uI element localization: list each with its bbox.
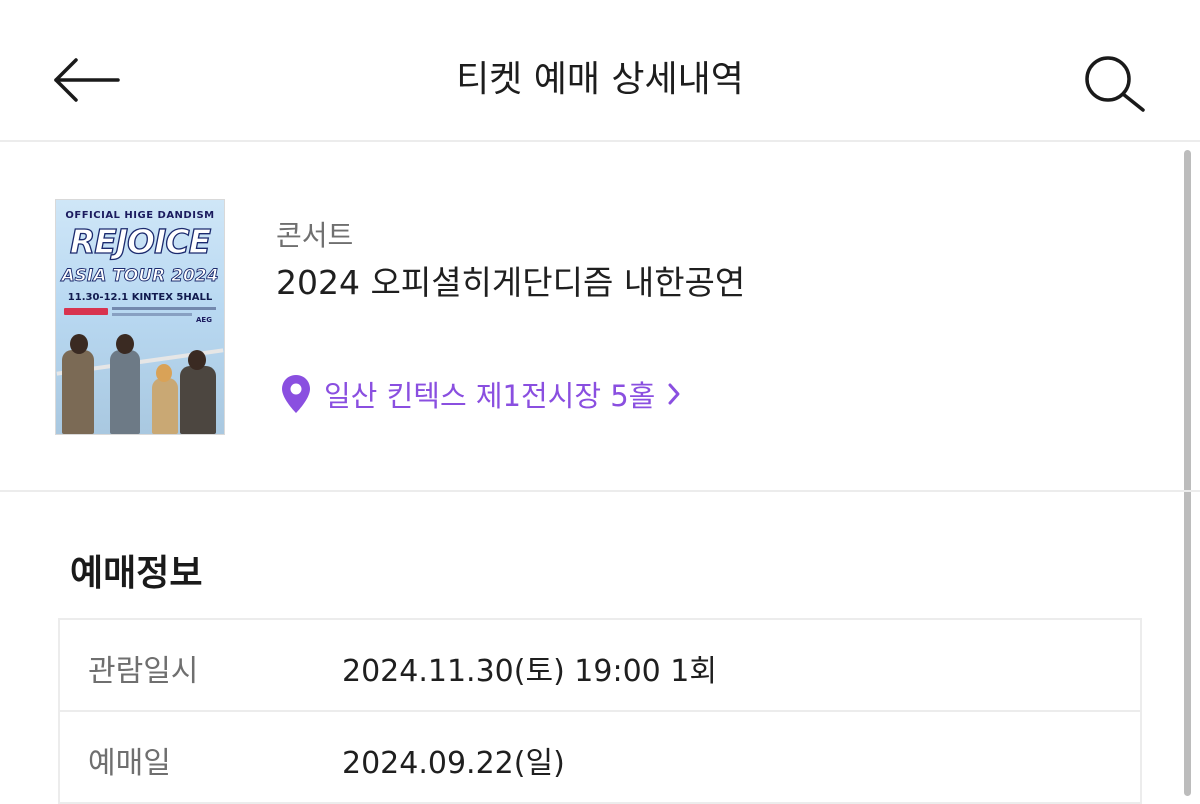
poster-fineprint (112, 313, 192, 316)
poster-person (110, 350, 140, 434)
location-pin-icon (282, 375, 310, 413)
row-value: 2024.11.30(토) 19:00 1회 (342, 654, 717, 689)
poster-tour: ASIA TOUR 2024 (61, 266, 219, 287)
page-title: 티켓 예매 상세내역 (456, 59, 744, 100)
row-label: 예매일 (88, 746, 171, 781)
table-row: 예매일 2024.09.22(일) (60, 712, 1140, 804)
poster-artist: OFFICIAL HIGE DANDISM (65, 210, 215, 221)
poster-person (180, 366, 216, 434)
event-category: 콘서트 (276, 219, 354, 252)
poster-person (62, 350, 94, 434)
poster-fineprint (112, 307, 216, 310)
table-row: 관람일시 2024.11.30(토) 19:00 1회 (60, 620, 1140, 712)
poster-person (152, 378, 178, 434)
search-icon (1085, 56, 1145, 112)
poster-badge (64, 308, 108, 315)
poster-title: REJOICE (69, 221, 212, 261)
event-summary: OFFICIAL HIGE DANDISM REJOICE ASIA TOUR … (0, 142, 1200, 492)
chevron-right-icon (668, 383, 680, 405)
row-label: 관람일시 (88, 654, 199, 689)
search-button[interactable] (1080, 52, 1150, 114)
venue-link[interactable]: 일산 킨텍스 제1전시장 5홀 (280, 374, 683, 414)
event-poster[interactable]: OFFICIAL HIGE DANDISM REJOICE ASIA TOUR … (56, 200, 224, 434)
poster-person-head (188, 350, 206, 370)
top-bar: 티켓 예매 상세내역 (0, 0, 1200, 142)
poster-logo: AEG (196, 316, 212, 324)
poster-person-head (70, 334, 88, 354)
venue-name: 일산 킨텍스 제1전시장 5홀 (324, 379, 656, 413)
poster-dates: 11.30-12.1 KINTEX 5HALL (67, 292, 213, 303)
row-value: 2024.09.22(일) (342, 746, 565, 781)
poster-person-head (116, 334, 134, 354)
booking-info-table: 관람일시 2024.11.30(토) 19:00 1회 예매일 2024.09.… (58, 618, 1142, 804)
booking-info-heading: 예매정보 (70, 553, 203, 594)
poster-person-head (156, 364, 172, 382)
event-title: 2024 오피셜히게단디즘 내한공연 (276, 263, 746, 302)
